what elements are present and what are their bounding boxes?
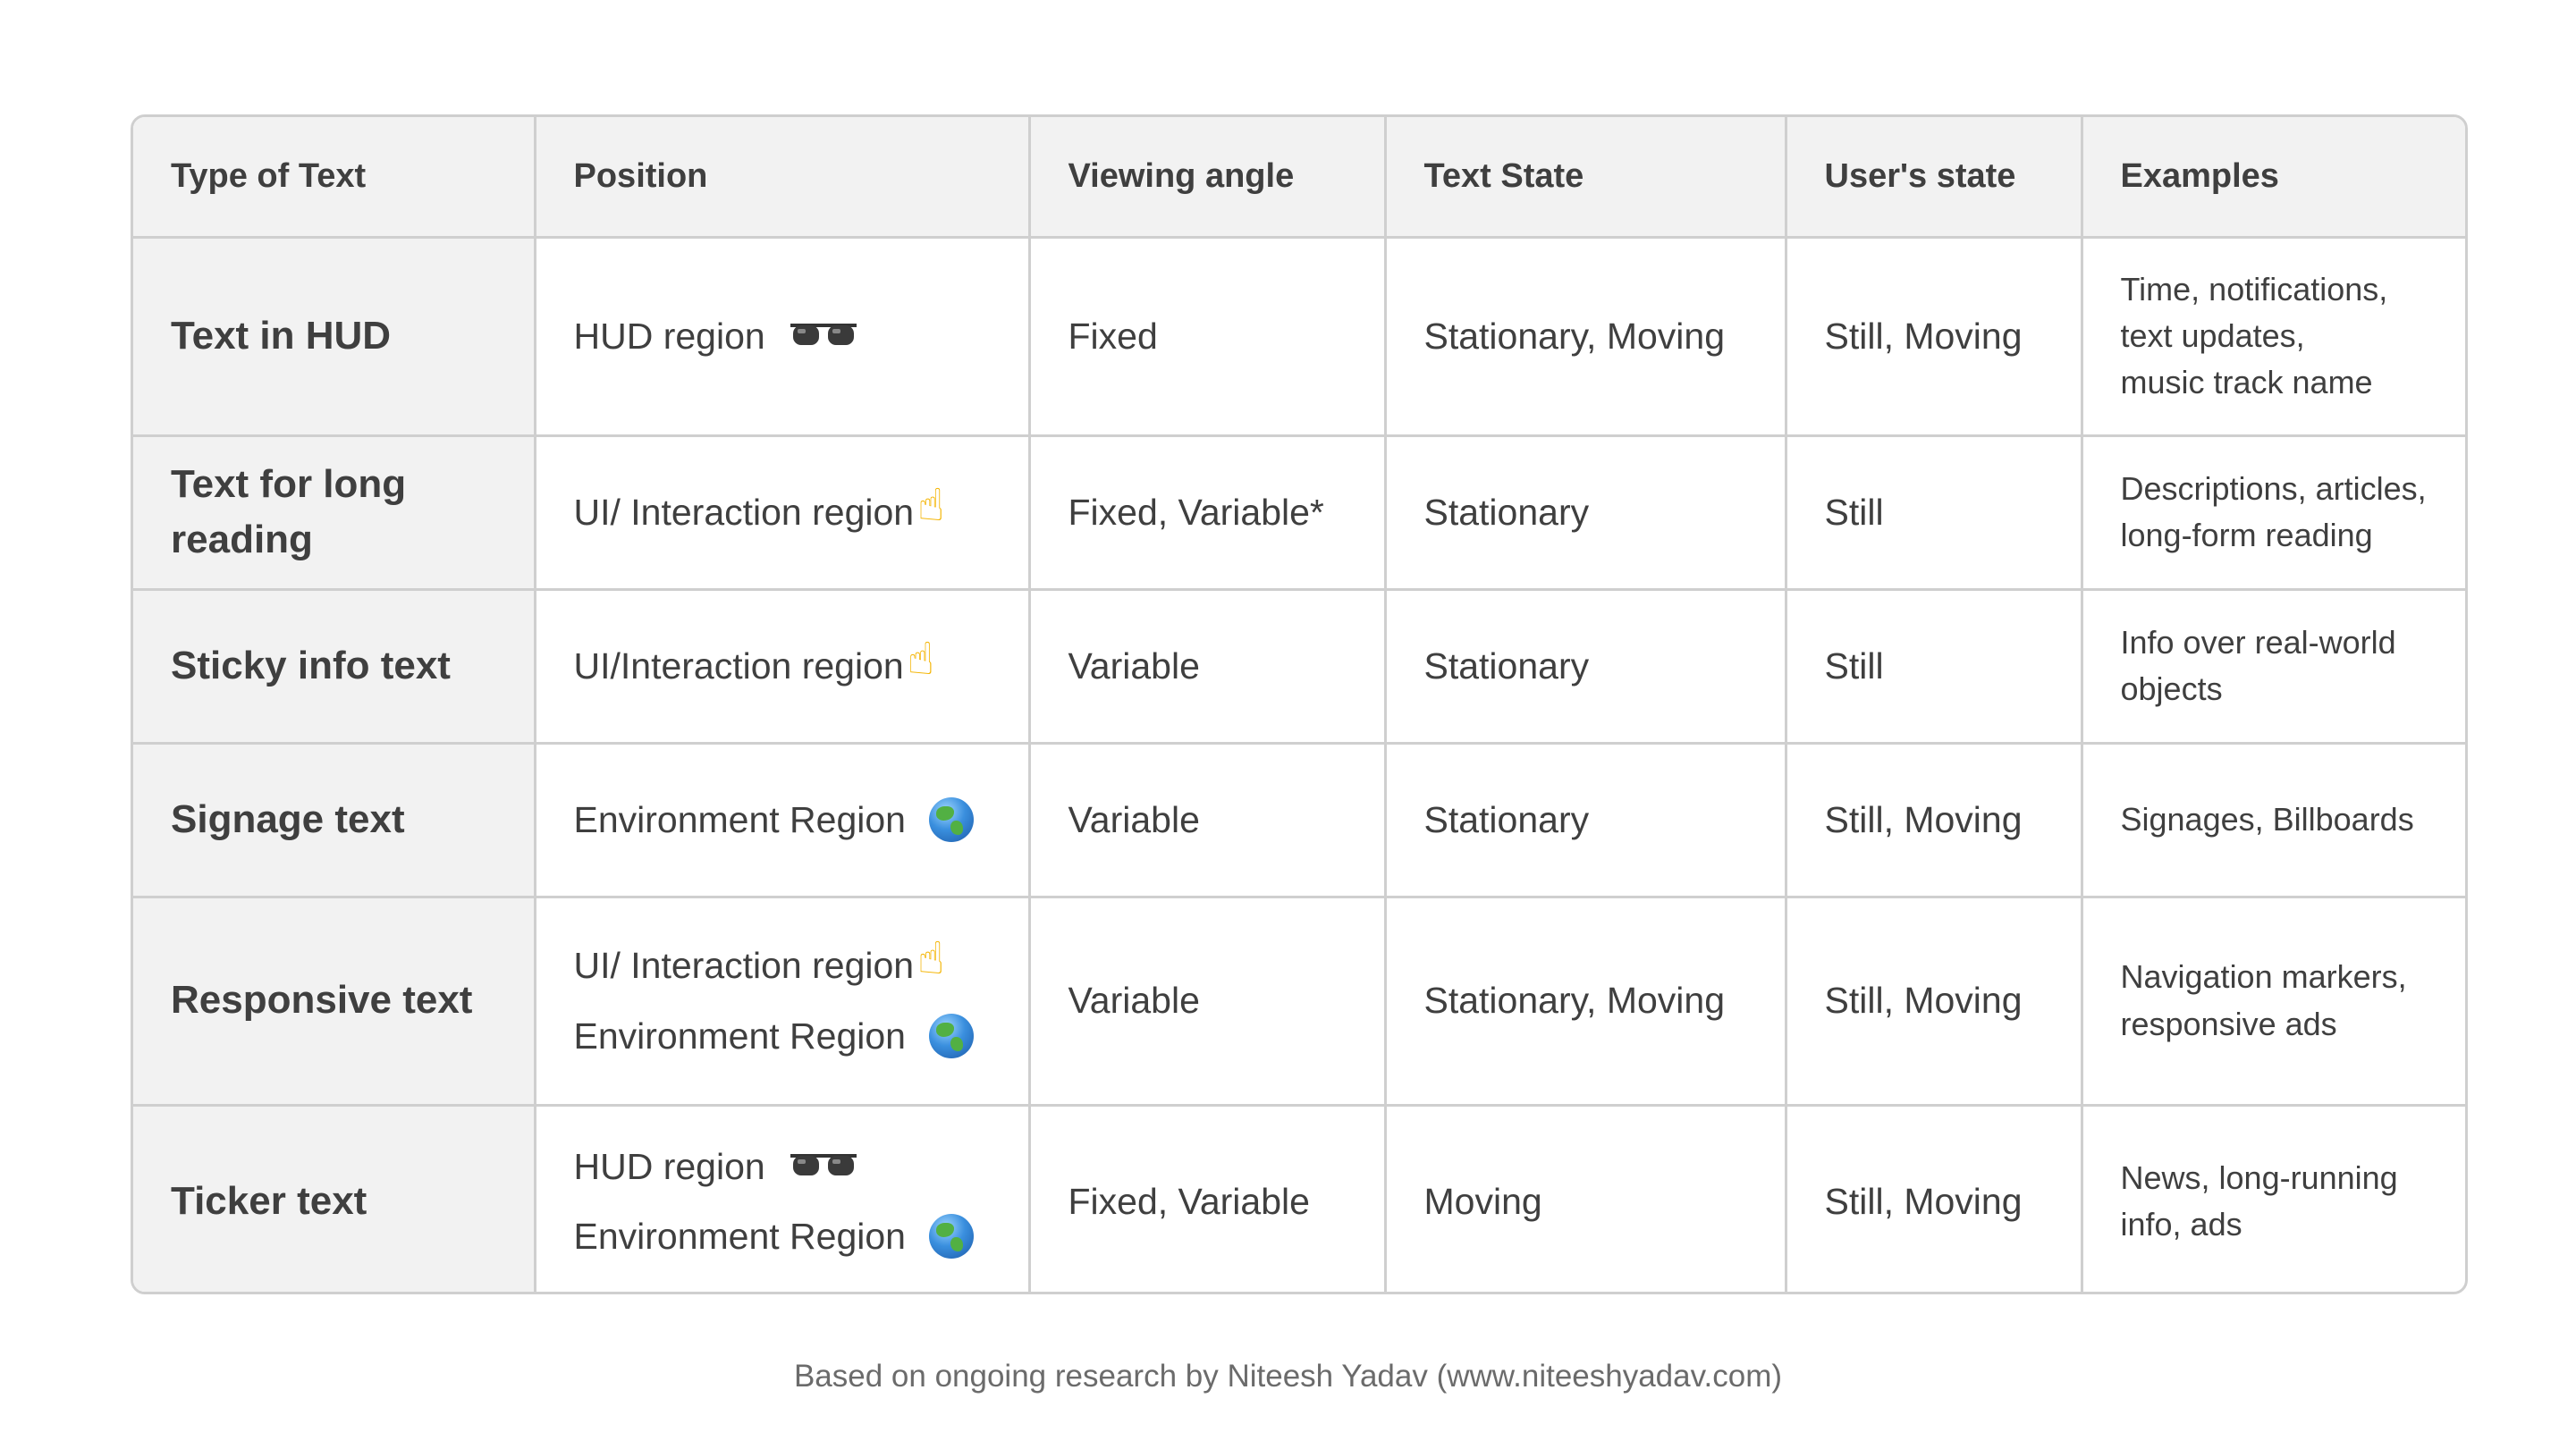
examples-line: Descriptions, articles, [2120, 469, 2427, 507]
user-state-cell: Still, Moving [1786, 1105, 2083, 1292]
position-line: Environment Region [574, 1210, 1028, 1262]
user-state-cell: Still, Moving [1786, 743, 2083, 898]
text-state-cell: Stationary, Moving [1385, 897, 1787, 1107]
globe-icon [928, 1214, 974, 1259]
position-text: HUD region [573, 315, 765, 357]
user-state-cell: Still, Moving [1786, 897, 2083, 1107]
examples-line: long-form reading [2120, 517, 2373, 553]
position-cell: UI/Interaction region ☝ [535, 589, 1031, 745]
position-line: Environment Region [574, 794, 1028, 846]
table-row: Sticky info text UI/Interaction region ☝… [133, 589, 2465, 745]
user-state-cell: Still [1786, 435, 2083, 591]
position-line: UI/Interaction region ☝ [573, 636, 1028, 692]
examples-line: Info over real-world [2120, 623, 2396, 661]
position-text: UI/ Interaction region [573, 491, 915, 533]
text-state-cell: Stationary, Moving [1385, 237, 1787, 437]
examples-line: info, ads [2120, 1206, 2242, 1243]
viewing-angle-cell: Fixed, Variable [1029, 1105, 1387, 1292]
viewing-angle-cell: Fixed [1029, 237, 1387, 437]
examples-line: objects [2120, 670, 2223, 707]
text-state-cell: Stationary [1385, 435, 1787, 591]
position-text: HUD region [573, 1146, 765, 1188]
globe-icon [928, 797, 974, 842]
examples-line: text updates, [2120, 316, 2305, 354]
viewing-angle-cell: Fixed, Variable* [1029, 435, 1387, 591]
viewing-angle-cell: Variable [1029, 897, 1387, 1107]
position-cell: HUD region [535, 237, 1031, 437]
pointing-hand-icon: ☝ [917, 480, 945, 530]
examples-cell: News, long-running info, ads [2082, 1105, 2465, 1292]
examples-line: responsive ads [2120, 1005, 2337, 1042]
position-line: HUD region [574, 1141, 1028, 1192]
table-row: Text in HUD HUD region Fixed Stationary,… [133, 237, 2465, 437]
column-header-text-state: Text State [1385, 117, 1787, 239]
position-cell: HUD region Environment Region [535, 1105, 1031, 1292]
table-row: Signage text Environment Region Variable… [133, 743, 2465, 898]
examples-line: Navigation markers, [2120, 958, 2407, 996]
examples-line: music track name [2120, 364, 2373, 401]
position-text: Environment Region [573, 1216, 906, 1258]
examples-line: News, long-running [2120, 1159, 2398, 1197]
column-header-type: Type of Text [133, 117, 536, 239]
position-line: HUD region [574, 310, 1028, 362]
text-state-cell: Stationary [1385, 589, 1787, 745]
column-header-position: Position [535, 117, 1031, 239]
examples-line: Signages, Billboards [2120, 800, 2414, 838]
column-header-viewing-angle: Viewing angle [1029, 117, 1387, 239]
glasses-icon [789, 318, 858, 355]
position-text: Environment Region [573, 1015, 906, 1057]
user-state-cell: Still [1786, 589, 2083, 745]
user-state-cell: Still, Moving [1786, 237, 2083, 437]
row-type-cell: Ticker text [133, 1105, 536, 1292]
row-type-cell: Text for long reading [133, 435, 536, 591]
viewing-angle-cell: Variable [1029, 589, 1387, 745]
position-line: UI/ Interaction region ☝ [573, 480, 1028, 538]
position-text: UI/ Interaction region [573, 945, 915, 987]
position-cell: Environment Region [535, 743, 1031, 898]
table-row: Responsive text UI/ Interaction region ☝… [133, 897, 2465, 1107]
examples-line: Time, notifications, [2120, 270, 2388, 307]
position-text: Environment Region [573, 798, 906, 840]
row-type-cell: Responsive text [133, 897, 536, 1107]
position-line: Environment Region [574, 1010, 1028, 1062]
examples-cell: Info over real-world objects [2082, 589, 2465, 745]
position-cell: UI/ Interaction region ☝ Environment Reg… [535, 897, 1031, 1107]
viewing-angle-cell: Variable [1029, 743, 1387, 898]
position-line: UI/ Interaction region ☝ [573, 933, 1028, 991]
text-types-table: Type of Text Position Viewing angle Text… [131, 114, 2468, 1294]
glasses-icon [789, 1149, 858, 1185]
column-header-examples: Examples [2082, 117, 2465, 239]
examples-cell: Navigation markers, responsive ads [2082, 897, 2465, 1107]
table-row: Text for long reading UI/ Interaction re… [133, 435, 2465, 591]
examples-cell: Descriptions, articles, long-form readin… [2082, 435, 2465, 591]
row-type-cell: Signage text [133, 743, 536, 898]
row-type-cell: Text in HUD [133, 237, 536, 437]
row-type-cell: Sticky info text [133, 589, 536, 745]
table-row: Ticker text HUD region Environment Regio… [133, 1105, 2465, 1292]
text-state-cell: Moving [1385, 1105, 1787, 1292]
pointing-hand-icon: ☝ [907, 634, 935, 684]
footer-credit: Based on ongoing research by Niteesh Yad… [793, 1359, 1783, 1394]
examples-cell: Time, notifications, text updates, music… [2082, 237, 2465, 437]
column-header-user-state: User's state [1786, 117, 2083, 239]
examples-cell: Signages, Billboards [2082, 743, 2465, 898]
header-row: Type of Text Position Viewing angle Text… [133, 117, 2465, 239]
position-text: UI/Interaction region [573, 644, 904, 687]
text-state-cell: Stationary [1385, 743, 1787, 898]
position-cell: UI/ Interaction region ☝ [535, 435, 1031, 591]
pointing-hand-icon: ☝ [917, 933, 945, 984]
globe-icon [928, 1013, 974, 1058]
